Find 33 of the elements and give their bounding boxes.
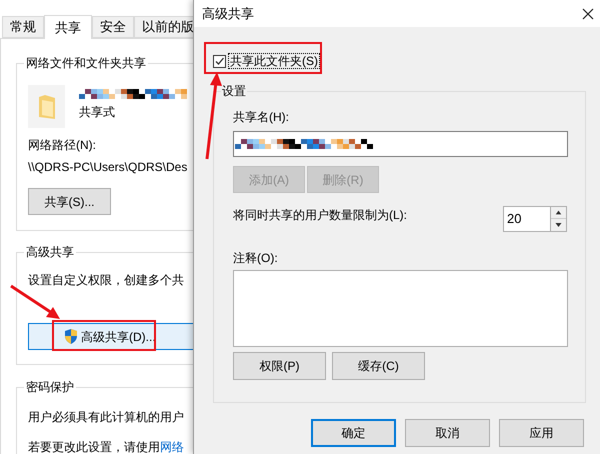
window-title: 高级共享 [202,4,254,23]
share-button[interactable]: 共享(S)... [28,188,111,215]
path-label: 网络路径(N): [28,138,97,152]
description: 用户必须具有此计算机的用户 [28,410,185,424]
folder-icon [38,94,56,120]
share-status: 共享式 [79,105,116,119]
group-title: 密码保护 [24,379,76,395]
tab[interactable]: 共享 [44,15,92,39]
field-label: 共享名(H): [233,110,290,124]
group-title: 网络文件和文件夹共享 [24,55,148,71]
group-title: 高级共享 [24,244,76,260]
spin-box[interactable]: 20 [503,206,567,232]
checkbox[interactable] [213,54,226,68]
field-label: 注释(O): [233,251,279,265]
apply-button[interactable]: 应用 [499,419,584,447]
input-field[interactable] [233,131,568,157]
tab[interactable]: 常规 [2,16,44,38]
annotation-arrow [10,284,60,319]
cache-button[interactable]: 缓存(C) [332,352,425,380]
note-text: 若要更改此设置，请使用 [28,440,160,454]
close-icon[interactable] [582,8,594,20]
tab[interactable]: 安全 [92,16,134,38]
field-label: 将同时共享的用户数量限制为(L): [233,208,407,222]
description: 设置自定义权限，创建多个共 [28,273,185,287]
permissions-button[interactable]: 权限(P) [233,352,326,380]
settings-link[interactable]: 网络 [160,440,184,454]
network-path: \\QDRS-PC\Users\QDRS\Des [28,160,188,174]
ok-button[interactable]: 确定 [311,419,396,447]
shield-icon [64,329,78,344]
group-title: 设置 [221,83,247,99]
checkbox-label: 共享此文件夹(S) [228,53,320,69]
advanced-sharing-button[interactable]: 高级共享(D)... [28,323,193,350]
cancel-button[interactable]: 取消 [405,419,490,447]
